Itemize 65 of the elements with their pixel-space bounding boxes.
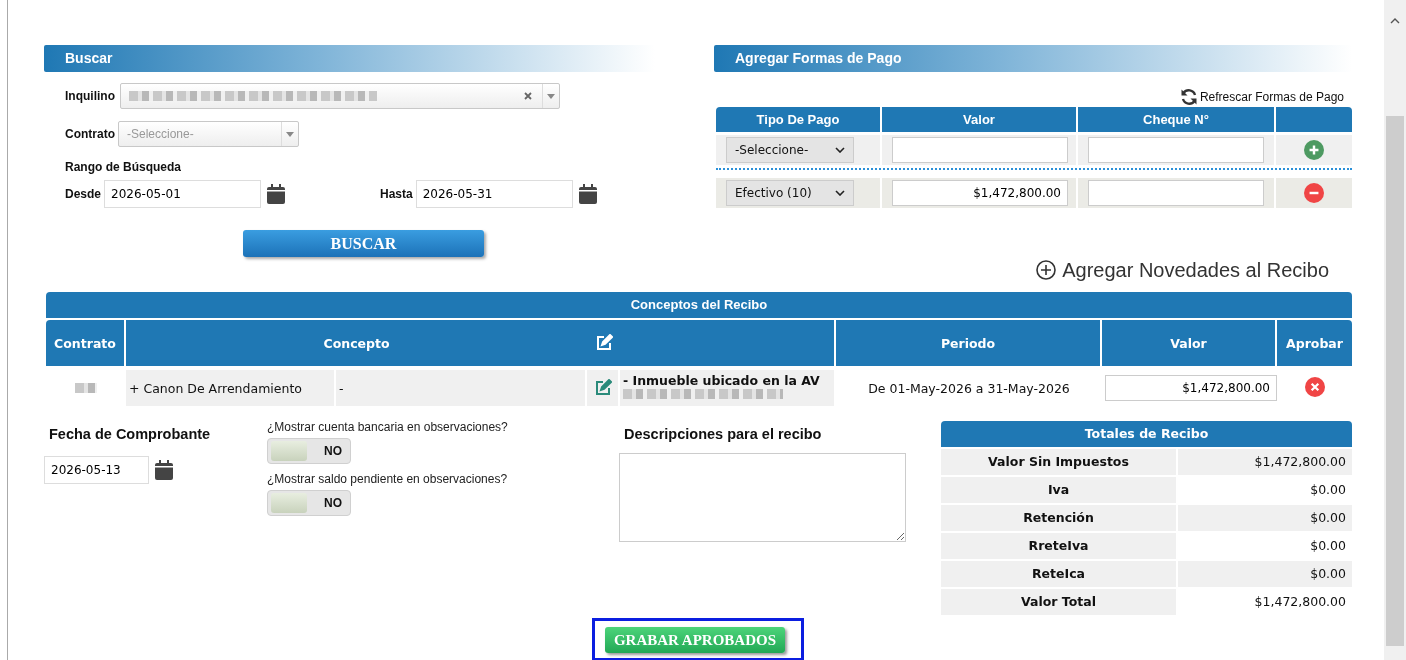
amount-field[interactable]: $1,472,800.00 bbox=[1105, 375, 1277, 401]
table-cell: Valor Sin Impuestos bbox=[941, 449, 1178, 475]
field-label: Contrato bbox=[65, 127, 115, 141]
dropdown-arrow-icon bbox=[547, 93, 555, 99]
scroll-up-icon[interactable] bbox=[1390, 18, 1400, 24]
chevron-down-icon bbox=[835, 147, 845, 153]
table-cell: $0.00 bbox=[1178, 561, 1352, 587]
option-label: ¿Mostrar cuenta bancaria en observaciones? bbox=[267, 420, 508, 434]
close-icon[interactable] bbox=[1304, 376, 1325, 397]
remove-icon[interactable] bbox=[1304, 183, 1324, 203]
edit-icon[interactable] bbox=[593, 379, 612, 397]
plus-circle-icon bbox=[1036, 260, 1057, 280]
toggle-switch[interactable]: NO bbox=[267, 438, 351, 464]
scrollbar[interactable] bbox=[1384, 0, 1406, 660]
table-cell: $0.00 bbox=[1178, 505, 1352, 531]
clear-icon[interactable] bbox=[524, 92, 532, 100]
redacted-text bbox=[75, 382, 97, 393]
refresh-link[interactable]: Refrescar Formas de Pago bbox=[1179, 87, 1344, 107]
payment-type-select[interactable]: -Seleccione- bbox=[726, 137, 854, 163]
calendar-icon[interactable] bbox=[155, 460, 173, 480]
column-header: Cheque N° bbox=[1078, 107, 1276, 132]
table-cell: $1,472,800.00 bbox=[1178, 449, 1352, 475]
date-field[interactable]: 2026-05-01 bbox=[104, 180, 262, 208]
column-header: Valor bbox=[882, 107, 1078, 132]
dropdown-arrow-icon bbox=[286, 131, 294, 137]
section-label: Rango de Búsqueda bbox=[65, 160, 182, 174]
field-label: Inquilino bbox=[65, 89, 116, 103]
column-header: Periodo bbox=[836, 320, 1102, 366]
column-header: Contrato bbox=[46, 320, 126, 366]
add-news-link[interactable]: Agregar Novedades al Recibo bbox=[1036, 258, 1329, 282]
amount-field[interactable]: $1,472,800.00 bbox=[892, 180, 1068, 206]
chevron-down-icon bbox=[835, 190, 845, 196]
table-cell: Iva bbox=[941, 477, 1178, 503]
calendar-icon[interactable] bbox=[267, 184, 286, 204]
column-header: Concepto bbox=[126, 320, 587, 366]
payment-type-select[interactable]: Efectivo (10) bbox=[726, 180, 854, 206]
toggle-switch[interactable]: NO bbox=[267, 490, 351, 516]
calendar-icon[interactable] bbox=[578, 184, 597, 204]
field-label: Descripciones para el recibo bbox=[624, 426, 822, 442]
check-number-field[interactable] bbox=[1088, 137, 1264, 163]
table-title: Conceptos del Recibo bbox=[46, 292, 1352, 318]
amount-field[interactable] bbox=[892, 137, 1068, 163]
column-header: Aprobar bbox=[1277, 320, 1352, 366]
table-cell: Valor Total bbox=[941, 589, 1178, 615]
table-cell-text: - Inmueble ubicado en la AV bbox=[623, 374, 821, 388]
date-field[interactable]: 2026-05-31 bbox=[415, 180, 573, 208]
add-icon[interactable] bbox=[1304, 140, 1324, 160]
check-number-field[interactable] bbox=[1088, 180, 1264, 206]
refresh-icon bbox=[1179, 88, 1198, 106]
scroll-thumb[interactable] bbox=[1386, 116, 1404, 646]
table-cell: RreteIva bbox=[941, 533, 1178, 559]
table-cell: Retención bbox=[941, 505, 1178, 531]
table-cell: De 01-May-2026 a 31-May-2026 bbox=[836, 366, 1102, 406]
table-title: Totales de Recibo bbox=[941, 421, 1352, 447]
search-button[interactable]: BUSCAR bbox=[243, 230, 484, 257]
option-label: ¿Mostrar saldo pendiente en observaciones? bbox=[267, 472, 508, 486]
description-field[interactable] bbox=[619, 453, 906, 542]
field-label: Hasta bbox=[380, 187, 413, 201]
date-field[interactable]: 2026-05-13 bbox=[44, 456, 149, 484]
table-cell: ReteIca bbox=[941, 561, 1178, 587]
field-label: Fecha de Comprobante bbox=[49, 426, 211, 442]
edit-icon[interactable] bbox=[594, 334, 613, 352]
column-header: Valor bbox=[1102, 320, 1277, 366]
column-header: Tipo De Pago bbox=[716, 107, 882, 132]
field-label: Desde bbox=[65, 187, 102, 201]
